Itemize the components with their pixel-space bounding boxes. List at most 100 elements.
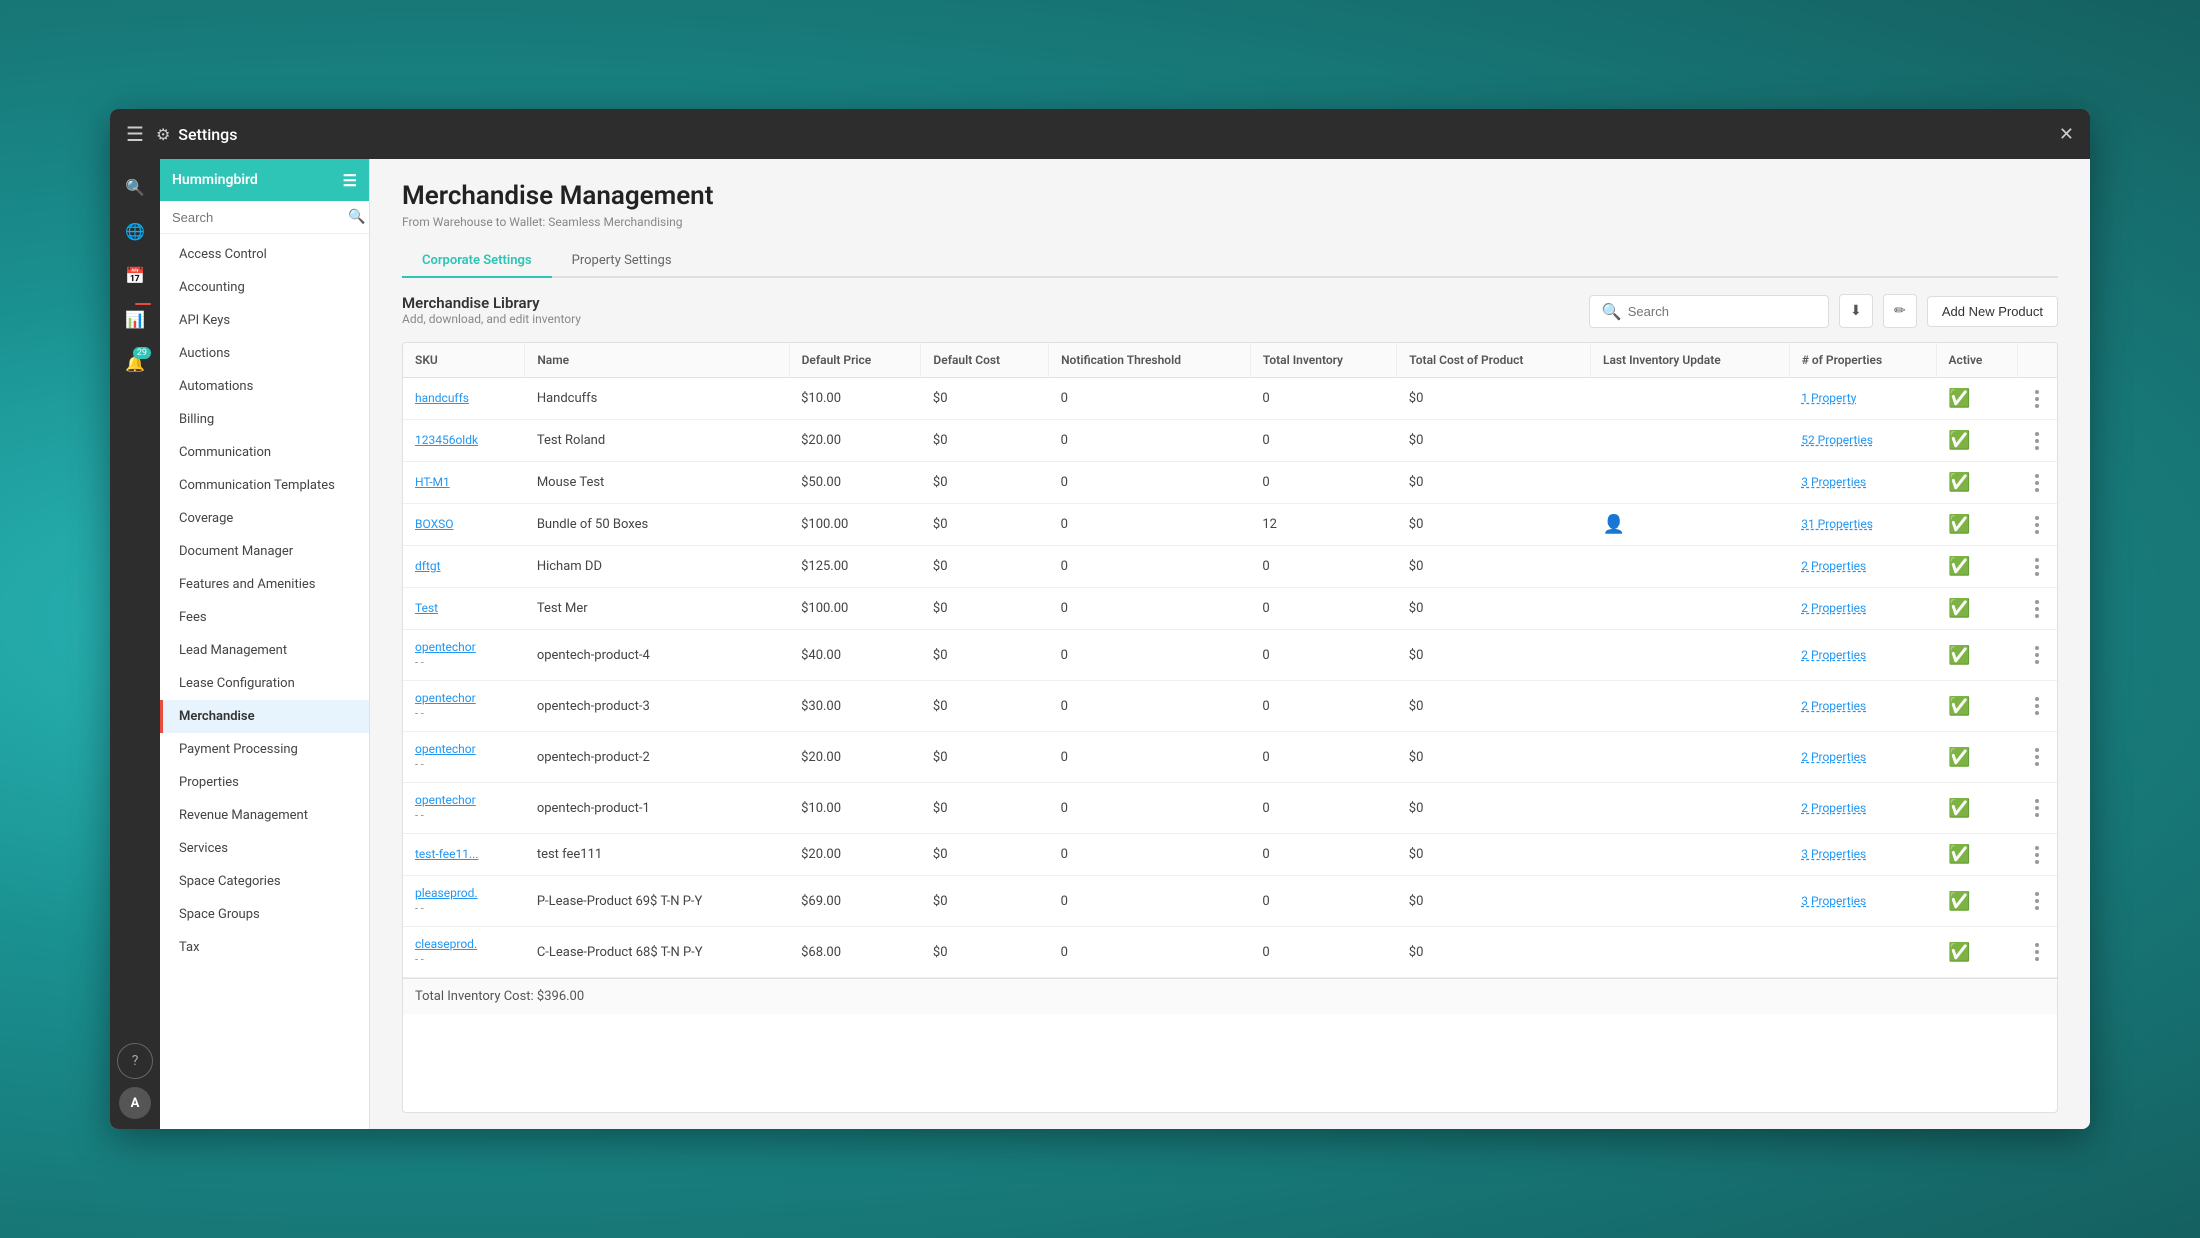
sidebar-icon-activity[interactable]: 📊: [117, 301, 153, 337]
cell-name: Handcuffs: [525, 378, 789, 420]
cell-sku: test-fee11...: [403, 834, 525, 876]
properties-link[interactable]: 2 Properties: [1801, 750, 1866, 764]
sidebar-item-accounting[interactable]: Accounting: [160, 271, 369, 304]
sku-link[interactable]: pleaseprod.: [415, 886, 478, 900]
sidebar-item-properties[interactable]: Properties: [160, 766, 369, 799]
cell-total-cost-product: $0: [1397, 876, 1591, 927]
close-icon[interactable]: ✕: [2059, 124, 2074, 145]
sidebar-item-document-manager[interactable]: Document Manager: [160, 535, 369, 568]
properties-link[interactable]: 2 Properties: [1801, 801, 1866, 815]
add-new-product-button[interactable]: Add New Product: [1927, 296, 2058, 327]
cell-name: Test Mer: [525, 588, 789, 630]
tab-property-settings[interactable]: Property Settings: [552, 245, 692, 278]
sidebar-item-tax[interactable]: Tax: [160, 931, 369, 964]
sidebar-item-space-groups[interactable]: Space Groups: [160, 898, 369, 931]
row-menu-button[interactable]: [2030, 846, 2045, 864]
search-input[interactable]: [172, 210, 348, 225]
properties-link[interactable]: 3 Properties: [1801, 894, 1866, 908]
sidebar-item-communication-templates[interactable]: Communication Templates: [160, 469, 369, 502]
sku-link[interactable]: test-fee11...: [415, 847, 478, 861]
cell-total-cost-product: $0: [1397, 732, 1591, 783]
row-menu-button[interactable]: [2030, 474, 2045, 492]
properties-link[interactable]: 2 Properties: [1801, 601, 1866, 615]
sku-link[interactable]: Test: [415, 601, 438, 615]
sidebar-icon-globe[interactable]: 🌐: [117, 213, 153, 249]
sidebar-item-revenue-management[interactable]: Revenue Management: [160, 799, 369, 832]
row-menu-button[interactable]: [2030, 516, 2045, 534]
sku-link[interactable]: handcuffs: [415, 391, 469, 405]
properties-link[interactable]: 2 Properties: [1801, 559, 1866, 573]
row-menu-button[interactable]: [2030, 799, 2045, 817]
col-header-total_inventory: Total Inventory: [1250, 343, 1396, 378]
cell-total-inventory: 0: [1250, 681, 1396, 732]
cell-row-menu: [2018, 462, 2057, 504]
cell-active: ✅: [1936, 504, 2018, 546]
sku-link[interactable]: opentechor: [415, 793, 476, 807]
row-menu-button[interactable]: [2030, 646, 2045, 664]
sku-link[interactable]: 123456oldk: [415, 433, 478, 447]
properties-link[interactable]: 31 Properties: [1801, 517, 1873, 531]
sku-link[interactable]: cleaseprod.: [415, 937, 477, 951]
sidebar-item-lease-configuration[interactable]: Lease Configuration: [160, 667, 369, 700]
row-menu-button[interactable]: [2030, 600, 2045, 618]
avatar[interactable]: A: [119, 1087, 151, 1119]
edit-button[interactable]: ✏: [1883, 294, 1917, 328]
nav-header-label: Hummingbird: [172, 172, 258, 188]
sidebar-item-auctions[interactable]: Auctions: [160, 337, 369, 370]
sidebar-item-api-keys[interactable]: API Keys: [160, 304, 369, 337]
sidebar-item-space-categories[interactable]: Space Categories: [160, 865, 369, 898]
properties-link[interactable]: 3 Properties: [1801, 475, 1866, 489]
row-menu-button[interactable]: [2030, 892, 2045, 910]
properties-link[interactable]: 2 Properties: [1801, 648, 1866, 662]
sku-link[interactable]: opentechor: [415, 742, 476, 756]
sidebar-item-billing[interactable]: Billing: [160, 403, 369, 436]
sku-link[interactable]: opentechor: [415, 691, 476, 705]
sidebar-item-communication[interactable]: Communication: [160, 436, 369, 469]
hamburger-icon[interactable]: ☰: [126, 122, 144, 146]
sidebar-item-merchandise[interactable]: Merchandise: [160, 700, 369, 733]
sidebar-item-automations[interactable]: Automations: [160, 370, 369, 403]
cell-name: test fee111: [525, 834, 789, 876]
sidebar-item-features-and-amenities[interactable]: Features and Amenities: [160, 568, 369, 601]
sidebar-item-lead-management[interactable]: Lead Management: [160, 634, 369, 667]
nav-header-toggle-icon[interactable]: ☰: [343, 171, 357, 190]
row-menu-button[interactable]: [2030, 432, 2045, 450]
sidebar-icon-calendar[interactable]: 📅: [117, 257, 153, 293]
download-button[interactable]: ⬇: [1839, 294, 1873, 328]
nav-sidebar: Hummingbird ☰ 🔍 Access ControlAccounting…: [160, 159, 370, 1129]
row-menu-button[interactable]: [2030, 558, 2045, 576]
row-menu-button[interactable]: [2030, 943, 2045, 961]
properties-link[interactable]: 2 Properties: [1801, 699, 1866, 713]
sidebar-item-coverage[interactable]: Coverage: [160, 502, 369, 535]
sku-link[interactable]: HT-M1: [415, 475, 450, 489]
sku-link[interactable]: opentechor: [415, 640, 476, 654]
sidebar-item-fees[interactable]: Fees: [160, 601, 369, 634]
nav-search-bar: 🔍: [160, 201, 369, 234]
cell-last-inventory-update: [1590, 834, 1789, 876]
table-row: test-fee11...test fee111$20.00$000$03 Pr…: [403, 834, 2057, 876]
cell-sku: BOXSO: [403, 504, 525, 546]
sidebar-item-access-control[interactable]: Access Control: [160, 238, 369, 271]
cell-default-cost: $0: [921, 546, 1049, 588]
row-menu-button[interactable]: [2030, 748, 2045, 766]
properties-link[interactable]: 1 Property: [1801, 391, 1856, 405]
row-menu-button[interactable]: [2030, 390, 2045, 408]
sku-link[interactable]: BOXSO: [415, 517, 454, 531]
cell-last-inventory-update: 👤: [1590, 504, 1789, 546]
cell-default-cost: $0: [921, 681, 1049, 732]
cell-active: ✅: [1936, 546, 2018, 588]
merch-search-input[interactable]: [1628, 304, 1816, 319]
cell-sku: dftgt: [403, 546, 525, 588]
cell-row-menu: [2018, 681, 2057, 732]
sidebar-icon-help[interactable]: ?: [117, 1043, 153, 1079]
properties-link[interactable]: 3 Properties: [1801, 847, 1866, 861]
sidebar-icon-search[interactable]: 🔍: [117, 169, 153, 205]
sidebar-item-payment-processing[interactable]: Payment Processing: [160, 733, 369, 766]
sidebar-item-services[interactable]: Services: [160, 832, 369, 865]
properties-link[interactable]: 52 Properties: [1801, 433, 1873, 447]
tab-corporate-settings[interactable]: Corporate Settings: [402, 245, 552, 278]
sidebar-icon-notification[interactable]: 🔔 29: [117, 345, 153, 381]
row-menu-button[interactable]: [2030, 697, 2045, 715]
sku-link[interactable]: dftgt: [415, 559, 441, 573]
table-row: dftgtHicham DD$125.00$000$02 Properties✅: [403, 546, 2057, 588]
